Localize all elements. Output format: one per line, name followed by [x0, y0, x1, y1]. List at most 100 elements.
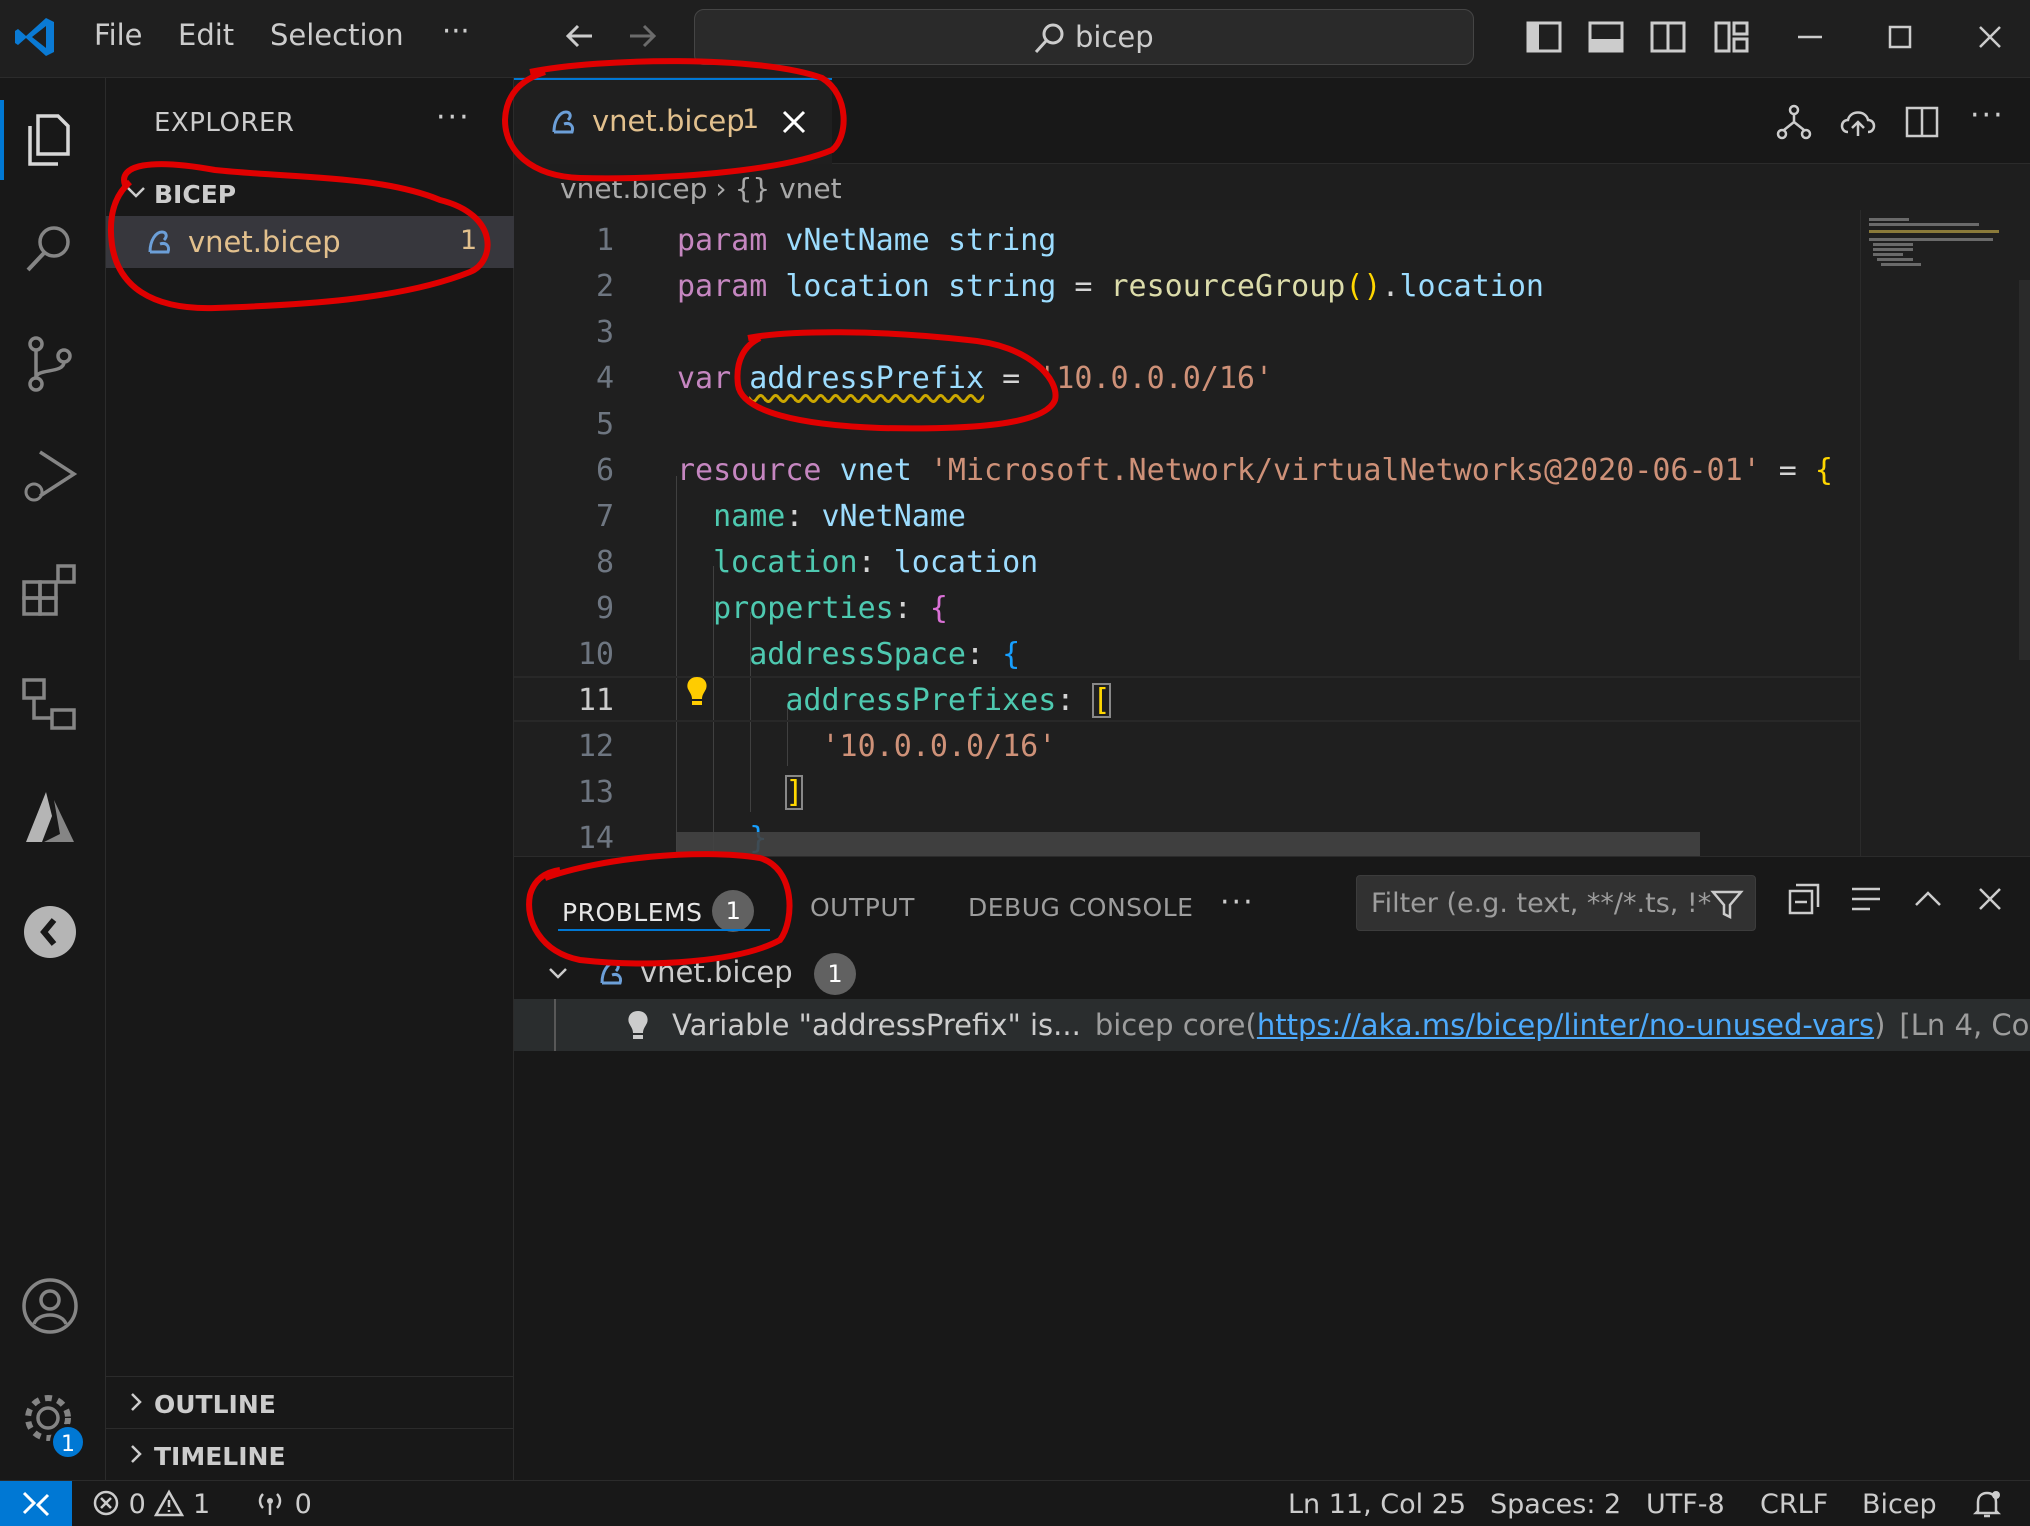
timeline-section[interactable]: TIMELINE	[106, 1430, 514, 1480]
filter-icon[interactable]	[1709, 886, 1745, 922]
breadcrumb: vnet.bicep ›{} vnet	[560, 172, 842, 205]
file-name: vnet.bicep	[188, 225, 341, 259]
toggle-panel-icon[interactable]	[1586, 17, 1626, 57]
toggle-sidebar-icon[interactable]	[1524, 17, 1564, 57]
azure-icon[interactable]	[18, 786, 82, 850]
tab-debug-console[interactable]: DEBUG CONSOLE	[968, 893, 1193, 922]
problem-position: [Ln 4, Col 5]	[1899, 1008, 2030, 1042]
editor-tabs: vnet.bicep 1 ···	[514, 78, 2030, 164]
code-line: 1 param vNetName string	[595, 223, 1057, 258]
tab-problems-label: PROBLEMS	[562, 898, 703, 927]
breadcrumb-file[interactable]: vnet.bicep	[560, 172, 707, 205]
error-icon	[93, 1490, 119, 1515]
problem-text: Variable "addressPrefix" is... bicep core…	[672, 1008, 2030, 1042]
tab-problem-count: 1	[742, 104, 760, 135]
language-mode[interactable]: Bicep	[1862, 1489, 1937, 1520]
indentation[interactable]: Spaces: 2	[1490, 1489, 1621, 1520]
menu-more-button[interactable]: ···	[442, 14, 470, 48]
cursor-position[interactable]: Ln 11, Col 25	[1288, 1489, 1466, 1520]
word-wrap-icon[interactable]	[1846, 879, 1886, 919]
folder-name: BICEP	[154, 180, 237, 209]
code-line: 12 '10.0.0.0/16'	[577, 729, 1057, 764]
editor-more-button[interactable]: ···	[1970, 98, 2005, 133]
file-tree-item-vnet-bicep[interactable]: vnet.bicep 1	[106, 216, 514, 268]
back-arrow-icon[interactable]	[558, 14, 602, 58]
link-open-paren: (	[1245, 1008, 1257, 1042]
minimize-icon[interactable]	[1790, 17, 1830, 57]
folder-section-bicep[interactable]: BICEP	[106, 168, 514, 218]
problem-item[interactable]: Variable "addressPrefix" is... bicep core…	[514, 999, 2030, 1051]
remote-explorer-icon[interactable]	[18, 672, 82, 736]
code-line: 6 resource vnet 'Microsoft.Network/virtua…	[595, 453, 1833, 488]
split-editor-icon[interactable]	[1902, 102, 1942, 142]
divider	[106, 1428, 514, 1429]
breadcrumb-symbol[interactable]: {} vnet	[735, 172, 842, 205]
minimap-line	[1869, 223, 1979, 226]
source-control-icon[interactable]	[18, 332, 82, 396]
customize-layout-icon[interactable]	[1712, 17, 1752, 57]
close-panel-icon[interactable]	[1970, 879, 2010, 919]
bicep-file-icon	[600, 961, 622, 985]
error-count: 0	[128, 1489, 146, 1520]
close-icon[interactable]	[776, 104, 812, 140]
chevron-down-icon	[127, 187, 145, 198]
bottom-panel: PROBLEMS 1 OUTPUT DEBUG CONSOLE ··· Filte…	[514, 856, 2030, 1480]
active-indicator	[0, 100, 4, 180]
forward-arrow-icon[interactable]	[620, 14, 664, 58]
tab-vnet-bicep[interactable]: vnet.bicep 1	[514, 78, 832, 164]
extensions-icon[interactable]	[18, 558, 82, 622]
menu-edit[interactable]: Edit	[178, 18, 234, 52]
code-line: 5	[595, 407, 614, 442]
active-tab-underline	[558, 929, 770, 931]
chevron-right-icon	[131, 1445, 142, 1463]
warning-icon	[154, 1488, 185, 1516]
vscode-logo-icon	[15, 18, 54, 56]
toggle-secondary-sidebar-icon[interactable]	[1648, 17, 1688, 57]
problem-rule-link[interactable]: https://aka.ms/bicep/linter/no-unused-va…	[1257, 1008, 1874, 1042]
sidebar-more-button[interactable]: ···	[436, 100, 471, 135]
menu-selection[interactable]: Selection	[270, 18, 404, 52]
problems-file-name: vnet.bicep	[640, 955, 793, 989]
remote-indicator[interactable]	[0, 1481, 72, 1526]
encoding[interactable]: UTF-8	[1646, 1489, 1725, 1520]
divider	[106, 1376, 514, 1377]
editor-scrollbar[interactable]	[2019, 280, 2030, 660]
problems-file-group[interactable]: vnet.bicep 1	[514, 947, 2030, 999]
collapse-all-icon[interactable]	[1784, 879, 1824, 919]
maximize-icon[interactable]	[1880, 17, 1920, 57]
run-debug-icon[interactable]	[18, 444, 82, 508]
horizontal-scrollbar[interactable]	[676, 832, 1700, 856]
maximize-panel-icon[interactable]	[1908, 879, 1948, 919]
bicep-file-icon	[148, 230, 170, 254]
problems-filter-input[interactable]: Filter (e.g. text, **/*.ts, !*...	[1356, 875, 1756, 931]
deploy-cloud-icon[interactable]	[1838, 102, 1878, 142]
account-icon[interactable]	[18, 1274, 82, 1338]
files-icon[interactable]	[18, 108, 82, 172]
lightbulb-icon[interactable]	[682, 674, 712, 710]
panel-more-button[interactable]: ···	[1220, 885, 1255, 920]
activity-bar: 1	[0, 78, 106, 1480]
tab-label: vnet.bicep	[592, 104, 745, 138]
menu-file[interactable]: File	[94, 18, 143, 52]
problems-count-badge: 1	[712, 890, 755, 932]
outline-section[interactable]: OUTLINE	[106, 1378, 514, 1428]
visual-designer-icon[interactable]	[1774, 102, 1814, 142]
bicep-file-icon	[552, 110, 574, 134]
notifications-bell-icon[interactable]	[1970, 1487, 2004, 1521]
code-editor[interactable]: 1 param vNetName string 2 param location s…	[514, 210, 1860, 856]
problem-message: Variable "addressPrefix" is...	[672, 1008, 1081, 1042]
git-extension-icon[interactable]	[18, 900, 82, 964]
end-of-line[interactable]: CRLF	[1760, 1489, 1828, 1520]
code-line: 9 properties: {	[595, 591, 948, 626]
window-close-icon[interactable]	[1970, 17, 2010, 57]
command-center-search[interactable]: bicep	[694, 9, 1474, 65]
ports-count: 0	[294, 1489, 312, 1520]
problems-status[interactable]: 0 1	[92, 1488, 210, 1520]
tab-output[interactable]: OUTPUT	[810, 893, 915, 922]
minimap-line	[1881, 263, 1921, 266]
search-icon[interactable]	[18, 218, 82, 282]
code-line: 13 ]	[577, 775, 804, 810]
minimap[interactable]	[1860, 210, 2030, 856]
ports-status[interactable]: 0	[254, 1489, 312, 1520]
code-line: 8 location: location	[595, 545, 1039, 580]
